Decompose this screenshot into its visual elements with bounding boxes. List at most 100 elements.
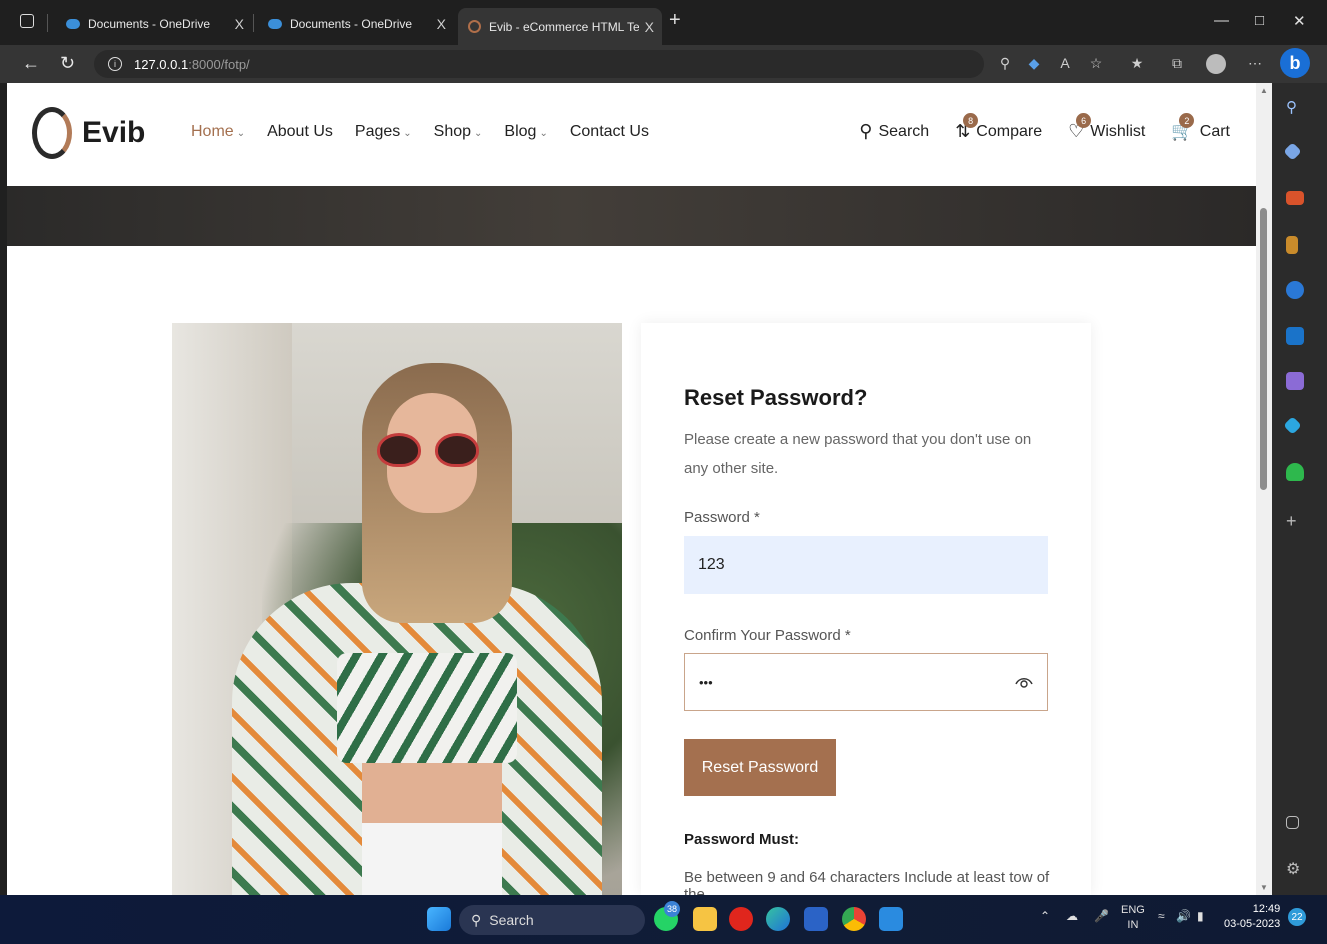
nav-item-blog[interactable]: Blog ⌄ [504,123,547,141]
page-viewport: Evib Home ⌄ About Us Pages ⌄ Shop ⌄ Blog ⌄ C… [7,83,1256,895]
close-window-icon[interactable]: ✕ [1293,12,1306,30]
windows-start-icon[interactable] [427,907,451,931]
notification-badge[interactable]: 22 [1288,908,1306,926]
outlook-icon[interactable] [1286,327,1304,345]
fashion-model-image [172,323,622,895]
header-actions: ⚲ Search ⇅ 8 Compare ♡ 6 Wishlist 🛒 2 Ca… [859,113,1230,142]
copilot-icon[interactable] [1286,281,1304,299]
nav-item-shop[interactable]: Shop ⌄ [434,123,483,141]
restore-icon[interactable]: □ [1255,12,1264,29]
tab-onedrive-1[interactable]: Documents - OneDrive X [56,9,252,39]
address-bar-row: ← ↻ i 127.0.0.1:8000/fotp/ ⚲ ◆ A ☆ ★ ⧉ ⋯ [0,45,1327,83]
tab-close-icon[interactable]: X [645,19,654,35]
browser-tab-strip: Documents - OneDrive X Documents - OneDr… [0,0,1327,45]
language-indicator[interactable]: ENG IN [1121,903,1145,933]
reset-password-card: Reset Password? Please create a new pass… [641,323,1091,895]
evib-logo-icon [32,107,72,159]
add-icon[interactable]: + [1286,511,1304,531]
games-icon[interactable] [1286,236,1298,254]
key-icon[interactable]: ⚲ [996,55,1014,73]
battery-icon[interactable]: ▮ [1197,909,1204,923]
volume-icon[interactable]: 🔊 [1176,909,1191,923]
back-icon[interactable]: ← [22,53,40,74]
minimize-icon[interactable]: — [1214,12,1229,29]
chevron-up-icon[interactable]: ⌃ [1040,909,1050,923]
taskbar-search[interactable]: ⚲ Search [459,905,645,935]
bing-chat-icon[interactable]: b [1280,48,1310,78]
designer-icon[interactable] [1286,372,1304,390]
settings-icon[interactable]: ⚙ [1286,859,1304,878]
show-password-eye-icon[interactable] [1015,673,1033,691]
url-input[interactable]: i 127.0.0.1:8000/fotp/ [94,50,984,78]
password-rules-text: Be between 9 and 64 characters Include a… [684,869,1050,895]
file-explorer-icon[interactable] [693,907,717,931]
tab-close-icon[interactable]: X [437,16,446,32]
onedrive-icon [268,19,282,29]
logo-text: Evib [82,116,146,149]
read-aloud-icon[interactable]: A [1056,55,1074,73]
onedrive-cloud-icon[interactable]: ☁ [1066,909,1078,923]
tab-actions-icon[interactable] [20,14,34,28]
confirm-password-label: Confirm Your Password * [684,627,851,644]
confirm-password-input[interactable]: ••• [684,653,1048,711]
scroll-down-icon[interactable]: ▼ [1260,883,1268,892]
form-description: Please create a new password that you do… [684,431,1032,477]
wishlist-label: Wishlist [1090,122,1146,140]
edge-sidebar: ⚲ + ⚙ [1272,83,1327,895]
opera-icon[interactable] [729,907,753,931]
whatsapp-icon[interactable]: 38 [654,901,680,931]
url-host: 127.0.0.1 [134,56,189,72]
taskbar-search-label: Search [489,912,534,928]
cart-label: Cart [1199,122,1230,140]
shopping-icon[interactable] [1283,142,1302,161]
search-label: Search [878,122,930,140]
new-tab-button[interactable]: + [669,9,681,32]
scroll-up-icon[interactable]: ▲ [1260,86,1268,95]
word-icon[interactable] [804,907,828,931]
send-icon[interactable] [1283,416,1302,435]
collections-icon[interactable]: ⧉ [1168,55,1186,73]
header-cart-button[interactable]: 🛒 2 Cart [1171,113,1230,142]
shopping-tag-icon[interactable]: ◆ [1025,55,1043,73]
onedrive-icon [66,19,80,29]
reset-password-button[interactable]: Reset Password [684,739,836,796]
tab-title: Evib - eCommerce HTML Templa [489,19,639,34]
nav-item-contact[interactable]: Contact Us [570,123,649,141]
tools-icon[interactable] [1286,191,1304,205]
microphone-icon[interactable]: 🎤 [1094,909,1109,923]
tree-icon[interactable] [1286,463,1304,481]
tab-onedrive-2[interactable]: Documents - OneDrive X [258,9,454,39]
more-menu-icon[interactable]: ⋯ [1246,55,1264,73]
tab-close-icon[interactable]: X [235,16,244,32]
refresh-icon[interactable]: ↻ [60,53,75,74]
chevron-down-icon: ⌄ [403,128,412,139]
vscode-icon[interactable] [879,907,903,931]
header-compare-button[interactable]: ⇅ 8 Compare [955,113,1042,142]
page-scrollbar[interactable]: ▲ ▼ [1256,83,1272,895]
sidebar-toggle-icon[interactable] [1286,816,1299,829]
favorites-icon[interactable]: ★ [1128,55,1146,73]
header-search-button[interactable]: ⚲ Search [859,121,929,142]
profile-avatar[interactable] [1206,54,1226,74]
nav-item-pages[interactable]: Pages ⌄ [355,123,412,141]
site-logo[interactable]: Evib [32,107,145,159]
password-input[interactable]: 123 [684,536,1048,594]
favorite-add-icon[interactable]: ☆ [1087,55,1105,73]
edge-icon[interactable] [766,907,790,931]
search-icon[interactable]: ⚲ [1286,98,1304,116]
form-title: Reset Password? [684,385,868,410]
scrollbar-thumb[interactable] [1260,208,1267,490]
tab-evib[interactable]: Evib - eCommerce HTML Templa X [458,8,662,45]
chrome-icon[interactable] [842,907,866,931]
nav-item-home[interactable]: Home ⌄ [191,123,245,141]
site-info-icon[interactable]: i [108,57,122,71]
wifi-icon[interactable]: ≈ [1158,909,1165,923]
header-wishlist-button[interactable]: ♡ 6 Wishlist [1068,113,1146,142]
tab-title: Documents - OneDrive [88,17,211,31]
password-rules-title: Password Must: [684,831,800,848]
nav-item-about[interactable]: About Us [267,123,333,141]
taskbar-clock[interactable]: 12:49 03-05-2023 [1224,902,1280,932]
url-path: :8000/fotp/ [188,56,250,72]
password-label: Password * [684,509,760,526]
chevron-down-icon: ⌄ [474,128,483,139]
